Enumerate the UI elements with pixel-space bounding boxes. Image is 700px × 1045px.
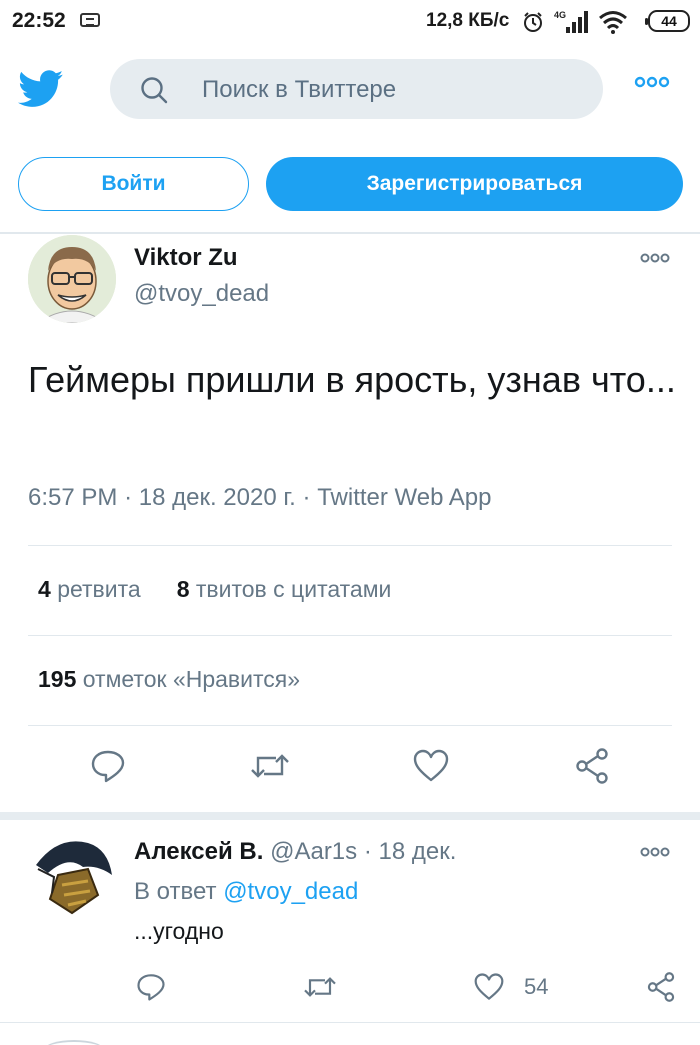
author-handle[interactable]: @tvoy_dead [134, 280, 269, 308]
alarm-icon [524, 12, 542, 32]
wifi-icon [599, 11, 627, 34]
reply-to-prefix: В ответ [134, 878, 217, 905]
tweet-text: Геймеры пришли в ярость, узнав что... [28, 359, 676, 400]
twitter-bird-icon[interactable] [18, 70, 64, 108]
battery-level: 44 [661, 13, 677, 29]
share-icon[interactable] [574, 748, 610, 784]
retweet-icon[interactable] [303, 972, 337, 1002]
reply-author-name[interactable]: Алексей В. [134, 838, 263, 865]
avatar-image [28, 235, 116, 323]
avatar[interactable] [44, 1040, 104, 1045]
divider [0, 1022, 700, 1023]
reply-to-handle[interactable]: @tvoy_dead [223, 878, 358, 905]
reply-icon[interactable] [136, 972, 166, 1002]
reply-icon[interactable] [90, 748, 126, 784]
tweet-source: Twitter Web App [317, 484, 492, 511]
retweet-icon[interactable] [250, 748, 290, 784]
more-icon[interactable] [634, 76, 670, 88]
quotes-label: твитов с цитатами [195, 576, 392, 602]
reply-date[interactable]: 18 дек. [379, 838, 457, 865]
likes-label: отметок «Нравится» [82, 666, 301, 692]
tweet-time[interactable]: 6:57 PM [28, 484, 117, 511]
status-bar: 22:52 12,8 КБ/с 4G 44 [0, 0, 700, 44]
more-icon[interactable] [640, 846, 670, 858]
retweets-label: ретвита [57, 576, 141, 602]
retweets-count: 4 [38, 576, 51, 602]
quotes-count: 8 [176, 576, 190, 602]
cast-icon [80, 13, 100, 27]
reply-likes-count: 54 [524, 974, 549, 999]
section-separator [0, 812, 700, 820]
quotes-stat[interactable]: 8 твитов с цитатами [177, 576, 392, 603]
status-time: 22:52 [12, 9, 66, 32]
meta-separator: · [363, 838, 379, 865]
signal-icon: 4G [554, 10, 588, 33]
avatar[interactable] [28, 235, 116, 323]
meta-separator: · [302, 484, 318, 511]
share-icon[interactable] [646, 972, 676, 1002]
like-icon[interactable] [413, 748, 449, 784]
reply-author-handle[interactable]: @Aar1s [270, 838, 357, 865]
reply-text: ...угодно [134, 918, 224, 944]
battery-icon: 44 [645, 10, 690, 32]
divider [28, 635, 672, 636]
like-icon[interactable] [474, 972, 504, 1002]
signup-button[interactable]: Зарегистрироваться [266, 157, 683, 211]
divider [0, 232, 700, 234]
more-icon[interactable] [640, 252, 670, 264]
header: Поиск в Твиттере [0, 44, 700, 134]
tweet-date[interactable]: 18 дек. 2020 г. [139, 484, 296, 511]
network-speed: 12,8 КБ/с [426, 10, 510, 31]
likes-count: 195 [38, 666, 77, 692]
search-input[interactable]: Поиск в Твиттере [202, 76, 396, 104]
tweet-stats: 4 ретвита 8 твитов с цитатами [38, 576, 391, 603]
divider [28, 725, 672, 726]
reply-header: Алексей В. @Aar1s · 18 дек. [134, 838, 456, 866]
search-bar[interactable]: Поиск в Твиттере [110, 59, 603, 119]
tweet-actions [0, 748, 700, 792]
meta-separator: · [124, 484, 139, 511]
search-icon [141, 77, 168, 104]
retweets-stat[interactable]: 4 ретвита [38, 576, 141, 603]
status-icons: 4G [522, 8, 628, 36]
likes-stat[interactable]: 195 отметок «Нравится» [38, 666, 300, 693]
avatar-image [28, 835, 118, 925]
author-name[interactable]: Viktor Zu [134, 244, 238, 272]
reply-actions: 54 [0, 968, 700, 1008]
avatar[interactable] [28, 835, 118, 925]
divider [28, 545, 672, 546]
tweet-meta: 6:57 PM · 18 дек. 2020 г. · Twitter Web … [28, 484, 492, 512]
network-type-label: 4G [554, 10, 566, 20]
reply-context: В ответ @tvoy_dead [134, 878, 358, 906]
login-button[interactable]: Войти [18, 157, 249, 211]
